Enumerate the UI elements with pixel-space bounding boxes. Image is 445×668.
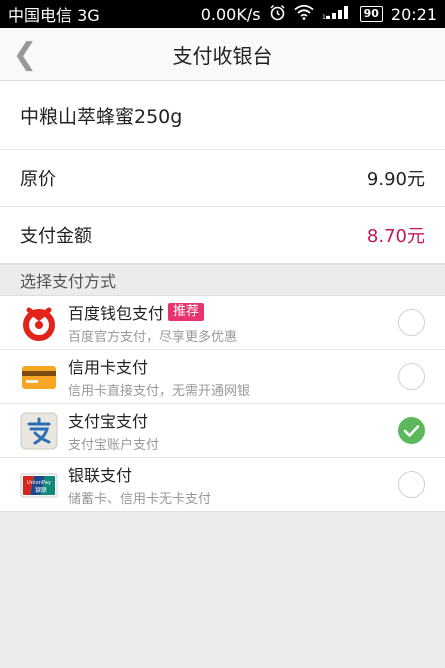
alipay-icon	[20, 412, 58, 450]
price-card: 原价 9.90元 支付金额 8.70元	[0, 150, 445, 264]
method-desc: 信用卡直接支付，无需开通网银	[68, 384, 251, 399]
method-desc: 储蓄卡、信用卡无卡支付	[68, 492, 212, 507]
payment-method-credit-card[interactable]: 信用卡支付 信用卡直接支付，无需开通网银	[0, 350, 445, 404]
payment-method-baidu-wallet[interactable]: 百度钱包支付 推荐 百度官方支付，尽享更多优惠	[0, 296, 445, 350]
unionpay-logo-text-top: UnionPay	[27, 480, 51, 486]
wifi-icon	[294, 4, 314, 24]
product-name: 中粮山萃蜂蜜250g	[20, 105, 183, 128]
payment-section-label: 选择支付方式	[0, 264, 445, 296]
method-text: 信用卡支付 信用卡直接支付，无需开通网银	[68, 354, 398, 399]
method-name: 信用卡支付	[68, 358, 149, 377]
pay-amount-label: 支付金额	[20, 226, 92, 247]
app-screen: 中国电信 3G 0.00K/s 1x 90 20:21 ❮ 支付收银台 中粮山萃…	[0, 0, 445, 668]
status-bar: 中国电信 3G 0.00K/s 1x 90 20:21	[0, 0, 445, 28]
payment-method-unionpay[interactable]: UnionPay 银联 银联支付 储蓄卡、信用卡无卡支付	[0, 458, 445, 512]
pay-amount-value: 8.70元	[366, 226, 425, 247]
credit-card-icon	[20, 358, 58, 396]
method-text: 支付宝支付 支付宝账户支付	[68, 408, 398, 453]
unionpay-icon: UnionPay 银联	[20, 466, 58, 504]
battery-indicator: 90	[359, 6, 383, 22]
baidu-wallet-icon	[20, 304, 58, 342]
chevron-left-icon: ❮	[12, 36, 38, 72]
back-button[interactable]: ❮	[10, 36, 40, 72]
payment-methods-list: 百度钱包支付 推荐 百度官方支付，尽享更多优惠 信用卡支付 信用卡直接支付，无需	[0, 296, 445, 512]
method-text: 百度钱包支付 推荐 百度官方支付，尽享更多优惠	[68, 300, 398, 345]
method-name: 百度钱包支付	[68, 304, 165, 323]
alarm-icon	[269, 4, 286, 25]
status-right: 0.00K/s 1x 90 20:21	[201, 4, 437, 25]
original-price-label: 原价	[20, 169, 56, 190]
checkmark-icon	[403, 424, 420, 437]
radio-unchecked[interactable]	[398, 309, 425, 336]
radio-checked[interactable]	[398, 417, 425, 444]
pay-amount-row: 支付金额 8.70元	[0, 206, 445, 263]
radio-unchecked[interactable]	[398, 363, 425, 390]
method-name: 支付宝支付	[68, 412, 149, 431]
method-text: 银联支付 储蓄卡、信用卡无卡支付	[68, 462, 398, 507]
svg-text:1x: 1x	[322, 14, 330, 20]
page-title: 支付收银台	[172, 43, 273, 68]
original-price-row: 原价 9.90元	[0, 150, 445, 206]
radio-unchecked[interactable]	[398, 471, 425, 498]
method-name-row: 信用卡支付	[68, 354, 398, 378]
product-name-row: 中粮山萃蜂蜜250g	[0, 81, 445, 150]
method-name-row: 银联支付	[68, 462, 398, 486]
signal-icon: 1x	[322, 4, 352, 24]
method-name: 银联支付	[68, 466, 133, 485]
method-name-row: 支付宝支付	[68, 408, 398, 432]
unionpay-logo-text-bottom: 银联	[35, 486, 47, 494]
nav-bar: ❮ 支付收银台	[0, 28, 445, 81]
payment-method-alipay[interactable]: 支付宝支付 支付宝账户支付	[0, 404, 445, 458]
method-name-row: 百度钱包支付 推荐	[68, 300, 398, 324]
recommended-badge: 推荐	[168, 303, 205, 321]
clock: 20:21	[390, 4, 437, 24]
original-price-value: 9.90元	[366, 169, 425, 190]
method-desc: 支付宝账户支付	[68, 438, 160, 453]
carrier-label: 中国电信 3G	[8, 6, 100, 25]
network-speed: 0.00K/s	[200, 4, 261, 24]
method-desc: 百度官方支付，尽享更多优惠	[68, 330, 238, 345]
